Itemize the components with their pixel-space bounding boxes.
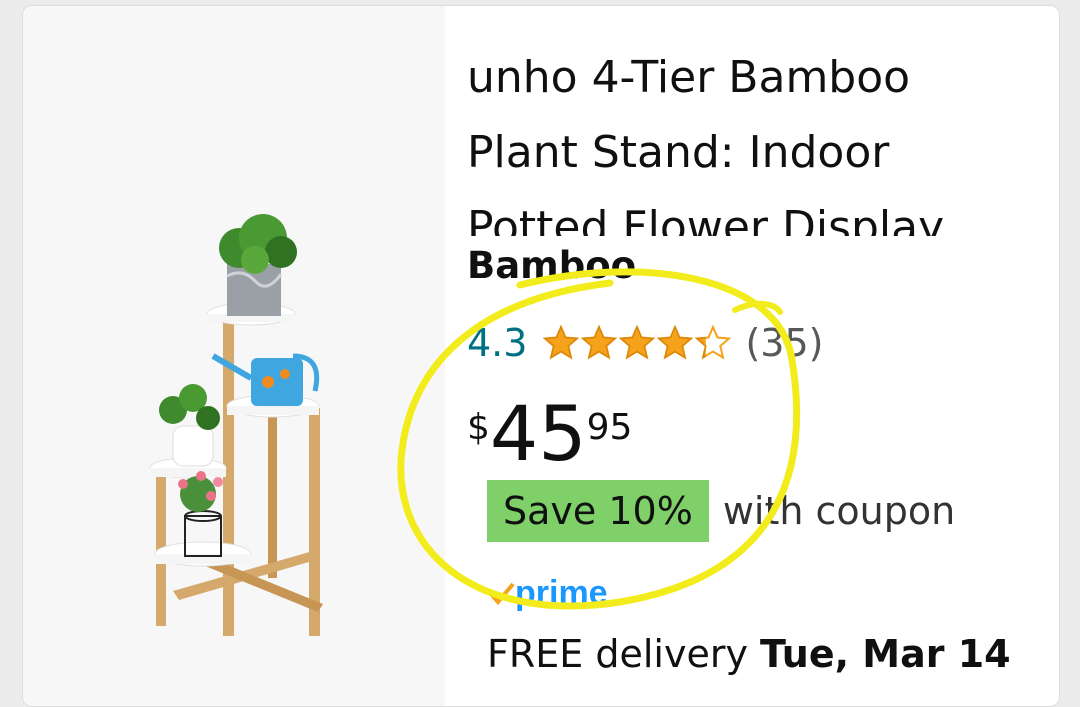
coupon-row: Save 10% with coupon bbox=[487, 480, 955, 542]
product-title-container[interactable]: unho 4-Tier Bamboo Plant Stand: Indoor P… bbox=[467, 40, 1027, 236]
star-rating-icon[interactable] bbox=[543, 325, 732, 361]
price-whole: 45 bbox=[489, 389, 587, 478]
star-icon bbox=[543, 325, 580, 360]
product-card[interactable]: unho 4-Tier Bamboo Plant Stand: Indoor P… bbox=[22, 5, 1060, 707]
prime-check-icon bbox=[489, 582, 515, 605]
coupon-text: with coupon bbox=[722, 489, 956, 533]
delivery-prefix: FREE delivery bbox=[487, 632, 748, 676]
star-icon bbox=[581, 325, 618, 360]
star-icon bbox=[695, 325, 732, 360]
rating-value[interactable]: 4.3 bbox=[467, 321, 527, 365]
prime-text: prime bbox=[515, 574, 608, 612]
review-count[interactable]: (35) bbox=[745, 321, 823, 365]
price: $ 45 95 bbox=[467, 394, 632, 474]
product-title[interactable]: unho 4-Tier Bamboo Plant Stand: Indoor P… bbox=[467, 40, 1007, 236]
star-icon bbox=[657, 325, 694, 360]
variant-label: Bamboo bbox=[467, 244, 637, 287]
prime-badge: prime bbox=[489, 574, 608, 613]
coupon-badge[interactable]: Save 10% bbox=[487, 480, 709, 542]
plant-stand-image bbox=[149, 214, 323, 636]
product-info: unho 4-Tier Bamboo Plant Stand: Indoor P… bbox=[467, 6, 1059, 706]
price-currency: $ bbox=[467, 407, 490, 448]
product-image[interactable] bbox=[23, 6, 445, 706]
star-icon bbox=[619, 325, 656, 360]
price-fraction: 95 bbox=[586, 407, 633, 448]
rating-row[interactable]: 4.3 (35) bbox=[467, 318, 823, 368]
delivery-date: Tue, Mar 14 bbox=[760, 632, 1011, 676]
delivery-info: FREE delivery Tue, Mar 14 bbox=[487, 632, 1011, 676]
